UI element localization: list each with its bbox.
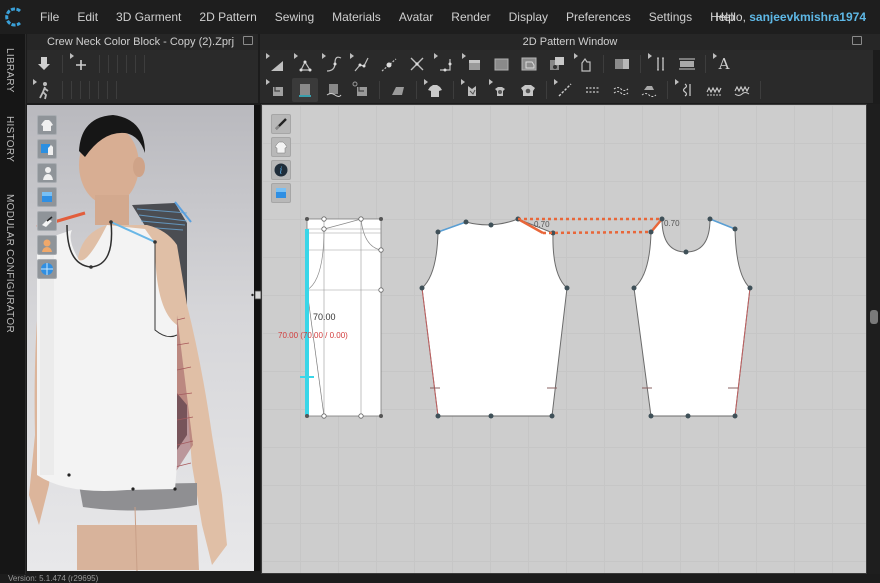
cut-pattern-icon[interactable]	[404, 52, 430, 76]
undock-icon[interactable]	[852, 36, 862, 45]
menu-edit[interactable]: Edit	[68, 0, 107, 34]
elastic-icon[interactable]	[701, 78, 727, 102]
2d-viewport-side-toolbar: i	[271, 114, 291, 203]
fold-icon[interactable]	[609, 52, 635, 76]
tab-modular-configurator[interactable]: MODULAR CONFIGURATOR	[4, 194, 15, 333]
pattern-window-scrollbar[interactable]	[870, 310, 878, 324]
free-topstitch-icon[interactable]	[608, 78, 634, 102]
toolbar-3d-row1	[27, 50, 258, 77]
internal-polygon-icon[interactable]	[516, 52, 542, 76]
pin-line-icon[interactable]	[552, 78, 578, 102]
sewing-line-icon[interactable]	[37, 211, 57, 231]
menu-preferences[interactable]: Preferences	[557, 0, 640, 34]
username-link[interactable]: sanjeevkmishra1974	[749, 10, 866, 24]
select-move-icon[interactable]	[68, 52, 94, 76]
avatar-skin-icon[interactable]	[37, 235, 57, 255]
pattern-window-titlebar: 2D Pattern Window	[260, 34, 880, 50]
polygon-icon[interactable]	[460, 52, 486, 76]
graphic-icon[interactable]	[487, 78, 513, 102]
puckering-icon[interactable]	[729, 78, 755, 102]
menu-display[interactable]: Display	[500, 0, 557, 34]
button-icon[interactable]	[636, 78, 662, 102]
pattern-window-scroll-track[interactable]	[868, 104, 880, 574]
pattern-piece-back	[419, 216, 570, 419]
toolbar-2d-row2	[260, 77, 873, 104]
status-bar: Version: 5.1.474 (r29695)	[0, 574, 880, 583]
zip-icon[interactable]	[673, 78, 699, 102]
garment-window-titlebar: Crew Neck Color Block - Copy (2).Zprj	[27, 34, 258, 50]
svg-text:i: i	[280, 167, 283, 177]
rectangle-icon[interactable]	[488, 52, 514, 76]
seam-allowance-icon[interactable]	[674, 52, 700, 76]
toolbar-3d-row2	[27, 77, 258, 104]
tab-library[interactable]: LIBRARY	[4, 48, 15, 93]
show-pattern-icon[interactable]	[271, 137, 291, 157]
texture-view-icon[interactable]	[37, 259, 57, 279]
edit-pattern-icon[interactable]	[292, 52, 318, 76]
menu-bar: File Edit 3D Garment 2D Pattern Sewing M…	[0, 0, 880, 34]
greeting-prefix: Hello,	[715, 10, 750, 24]
3d-garment-viewport[interactable]	[27, 105, 256, 571]
tab-history[interactable]: HISTORY	[4, 116, 15, 162]
add-point-icon[interactable]	[376, 52, 402, 76]
add-point-divide-line-icon[interactable]	[432, 52, 458, 76]
fabric-icon[interactable]	[422, 78, 448, 102]
pattern-window-title: 2D Pattern Window	[522, 36, 618, 48]
m-n-sewing-icon[interactable]	[320, 78, 346, 102]
menu-avatar[interactable]: Avatar	[390, 0, 442, 34]
pattern-canvas: 70.00 70.00 (70.00 / 0.00) 0.70 0.70	[278, 216, 753, 419]
menu-settings[interactable]: Settings	[640, 0, 701, 34]
viewport-splitter[interactable]	[256, 105, 260, 571]
seam-label-left: 0.70	[534, 220, 550, 229]
version-text: Version: 5.1.474 (r29695)	[8, 574, 99, 583]
text-annotation-icon[interactable]: A	[711, 52, 737, 76]
undock-icon[interactable]	[243, 36, 253, 45]
avatar-scene	[29, 115, 227, 571]
segment-sewing-icon[interactable]	[264, 78, 290, 102]
notch-icon[interactable]	[646, 52, 672, 76]
avatar-view-icon[interactable]	[37, 163, 57, 183]
edit-curve-point-icon[interactable]	[320, 52, 346, 76]
texture-icon[interactable]	[515, 78, 541, 102]
measure-detail-label: 70.00 (70.00 / 0.00)	[278, 331, 348, 340]
simulation-icon[interactable]	[31, 52, 57, 76]
transform-pattern-icon[interactable]	[264, 52, 290, 76]
select-trim-icon[interactable]	[459, 78, 485, 102]
edit-curvature-icon[interactable]	[348, 52, 374, 76]
toolbar-divider	[62, 54, 63, 73]
measure-value-label: 70.00	[313, 312, 336, 322]
3d-viewport-side-toolbar	[37, 115, 57, 279]
2d-pattern-viewport[interactable]: 70.00 70.00 (70.00 / 0.00) 0.70 0.70 i	[261, 104, 867, 574]
internal-rectangle-icon[interactable]	[544, 52, 570, 76]
info-icon[interactable]: i	[271, 160, 291, 180]
avatar-walk-icon[interactable]	[31, 78, 57, 102]
pattern-piece-front	[631, 216, 753, 419]
topstitch-icon[interactable]	[580, 78, 606, 102]
toolbar-2d-row1: A	[260, 50, 873, 77]
seam-label-right: 0.70	[664, 219, 680, 228]
clo-logo-icon[interactable]	[0, 0, 30, 34]
free-sewing-icon[interactable]	[292, 78, 318, 102]
edit-sewing-icon[interactable]	[348, 78, 374, 102]
fabric-display-icon[interactable]	[37, 187, 57, 207]
menu-2d-pattern[interactable]: 2D Pattern	[190, 0, 265, 34]
menu-render[interactable]: Render	[442, 0, 499, 34]
garment-view-icon[interactable]	[37, 115, 57, 135]
user-greeting: Hello, sanjeevkmishra1974	[715, 0, 866, 34]
menu-file[interactable]: File	[30, 0, 68, 34]
menu-materials[interactable]: Materials	[323, 0, 390, 34]
show-seam-icon[interactable]	[37, 139, 57, 159]
side-tab-rail: LIBRARY HISTORY MODULAR CONFIGURATOR	[0, 34, 26, 574]
pin-tool-icon[interactable]	[271, 114, 291, 134]
trace-icon[interactable]	[572, 52, 598, 76]
fabric-view-icon[interactable]	[271, 183, 291, 203]
tack-icon[interactable]	[385, 78, 411, 102]
garment-window-title: Crew Neck Color Block - Copy (2).Zprj	[47, 36, 235, 48]
menu-sewing[interactable]: Sewing	[266, 0, 323, 34]
menu-3d-garment[interactable]: 3D Garment	[107, 0, 190, 34]
